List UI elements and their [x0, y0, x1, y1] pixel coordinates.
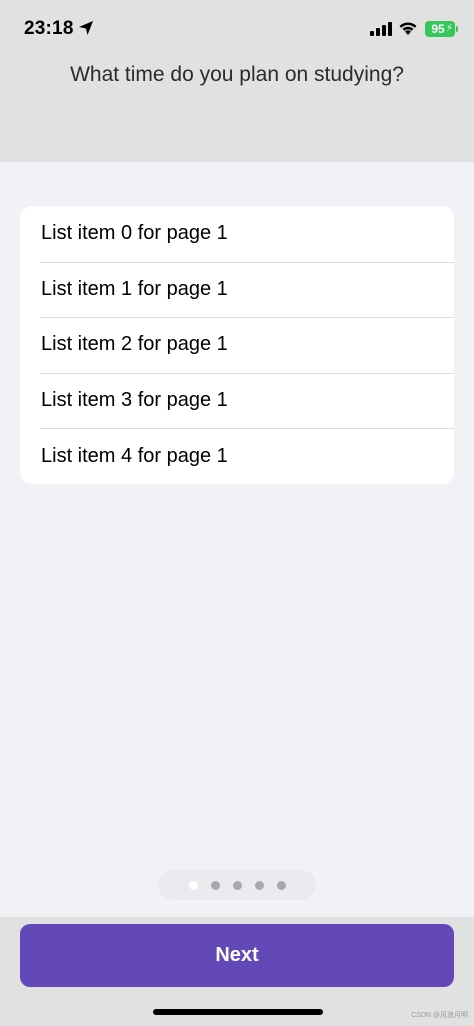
list-item[interactable]: List item 3 for page 1	[20, 372, 454, 429]
home-indicator[interactable]	[153, 1009, 323, 1015]
status-time: 23:18	[24, 18, 74, 39]
list-item[interactable]: List item 0 for page 1	[20, 206, 454, 262]
page-indicator[interactable]	[158, 870, 316, 900]
list-item[interactable]: List item 1 for page 1	[20, 261, 454, 318]
page-dot-4[interactable]	[254, 880, 264, 890]
status-bar: 23:18 95 ⚡	[0, 0, 474, 56]
location-arrow-icon	[79, 21, 93, 35]
battery-cap	[456, 26, 458, 32]
screen: 23:18 95 ⚡ What time do you plan on stud	[0, 0, 474, 1026]
page-dot-3[interactable]	[232, 880, 242, 890]
page-dot-2[interactable]	[210, 880, 220, 890]
charging-bolt-icon: ⚡	[445, 23, 453, 34]
cellular-signal-icon	[370, 22, 392, 36]
page-dot-1[interactable]	[188, 880, 198, 890]
header: 23:18 95 ⚡ What time do you plan on stud	[0, 0, 474, 162]
watermark: CSDN @风浪月明	[411, 1012, 468, 1019]
list-item[interactable]: List item 2 for page 1	[20, 317, 454, 373]
wifi-icon	[399, 22, 417, 35]
battery-level: 95	[431, 22, 445, 36]
list-item[interactable]: List item 4 for page 1	[20, 428, 454, 484]
options-list: List item 0 for page 1 List item 1 for p…	[20, 206, 454, 484]
next-button[interactable]: Next	[20, 924, 454, 987]
battery-icon: 95 ⚡	[425, 21, 455, 37]
page-dot-5[interactable]	[276, 880, 286, 890]
page-title: What time do you plan on studying?	[70, 63, 404, 86]
